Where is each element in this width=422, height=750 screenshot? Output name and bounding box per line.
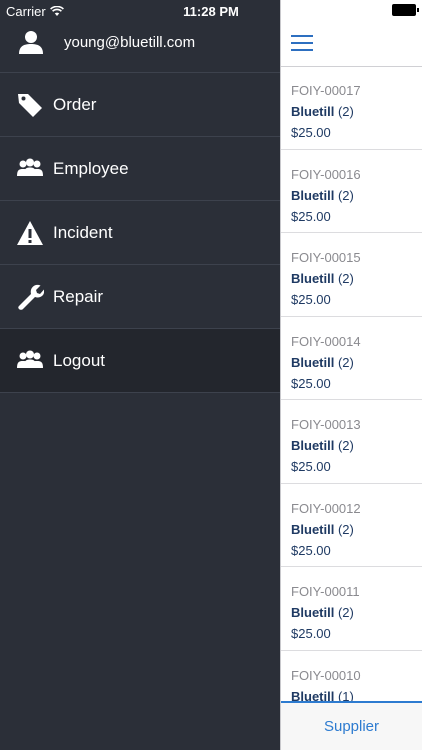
- menu-item-label: Repair: [53, 286, 104, 306]
- supplier-name: Bluetill: [291, 521, 335, 537]
- list-item[interactable]: FOIY-00011 Bluetill (2) $25.00: [281, 567, 422, 651]
- menu-item-label: Incident: [53, 222, 113, 242]
- warning-icon: [16, 219, 44, 247]
- order-code: FOIY-00016: [291, 166, 361, 182]
- supplier-name: Bluetill: [291, 438, 335, 453]
- order-price: $25.00: [291, 125, 331, 140]
- list-item[interactable]: FOIY-00013 Bluetill (2) $25.00: [281, 400, 422, 484]
- order-price: $25.00: [291, 208, 331, 224]
- list-item[interactable]: FOIY-00017 Bluetill (2) $25.00: [281, 66, 422, 150]
- supplier-name: Bluetill: [291, 605, 335, 620]
- menu-item-logout[interactable]: Logout: [0, 329, 280, 393]
- hamburger-menu-icon[interactable]: [291, 35, 313, 53]
- tag-icon: [16, 91, 44, 119]
- list-item[interactable]: FOIY-00010 Bluetill (1): [281, 651, 422, 702]
- menu-item-label: Employee: [53, 158, 129, 178]
- order-price: $25.00: [291, 292, 331, 307]
- item-count: (2): [337, 104, 354, 119]
- order-code: FOIY-00017: [291, 83, 361, 98]
- menu-item-employee[interactable]: Employee: [0, 137, 280, 201]
- side-menu: young@bluetill.com Order Employee Incide…: [0, 0, 280, 750]
- user-email: young@bluetill.com: [64, 33, 196, 51]
- list-item[interactable]: FOIY-00016 Bluetill (2) $25.00: [281, 150, 422, 233]
- list-item[interactable]: FOIY-00015 Bluetill (2) $25.00: [281, 233, 422, 317]
- order-code: FOIY-00015: [291, 250, 361, 265]
- group-icon: [16, 347, 44, 375]
- menu-item-label: Logout: [53, 350, 105, 370]
- main-pane: FOIY-00017 Bluetill (2) $25.00 FOIY-0001…: [280, 0, 422, 750]
- item-count: (2): [337, 521, 354, 537]
- item-count: (2): [337, 354, 354, 370]
- list-item[interactable]: FOIY-00012 Bluetill (2) $25.00: [281, 484, 422, 567]
- nav-bar: [281, 0, 422, 67]
- menu-item-label: Order: [53, 94, 97, 114]
- item-count: (2): [337, 438, 354, 453]
- order-code: FOIY-00010: [291, 667, 361, 683]
- wrench-icon: [16, 283, 44, 311]
- item-count: (1): [337, 688, 354, 702]
- order-price: $25.00: [291, 459, 331, 474]
- item-count: (2): [337, 271, 354, 286]
- group-icon: [16, 155, 44, 183]
- order-code: FOIY-00013: [291, 417, 361, 432]
- user-icon: [19, 31, 43, 54]
- list-item[interactable]: FOIY-00014 Bluetill (2) $25.00: [281, 317, 422, 400]
- user-profile-row[interactable]: young@bluetill.com: [0, 0, 280, 73]
- order-code: FOIY-00014: [291, 333, 361, 349]
- supplier-name: Bluetill: [291, 104, 335, 119]
- item-count: (2): [337, 187, 354, 203]
- order-price: $25.00: [291, 542, 331, 558]
- order-code: FOIY-00011: [291, 584, 360, 599]
- supplier-name: Bluetill: [291, 354, 335, 370]
- supplier-name: Bluetill: [291, 187, 335, 203]
- order-list[interactable]: FOIY-00017 Bluetill (2) $25.00 FOIY-0001…: [281, 66, 422, 701]
- order-code: FOIY-00012: [291, 500, 361, 516]
- order-price: $25.00: [291, 626, 331, 641]
- menu-item-repair[interactable]: Repair: [0, 265, 280, 329]
- order-price: $25.00: [291, 375, 331, 391]
- menu-item-incident[interactable]: Incident: [0, 201, 280, 265]
- item-count: (2): [337, 605, 354, 620]
- tab-supplier-label: Supplier: [323, 718, 380, 735]
- supplier-name: Bluetill: [291, 688, 335, 702]
- tab-supplier[interactable]: Supplier: [281, 701, 422, 750]
- supplier-name: Bluetill: [291, 271, 335, 286]
- menu-item-order[interactable]: Order: [0, 73, 280, 137]
